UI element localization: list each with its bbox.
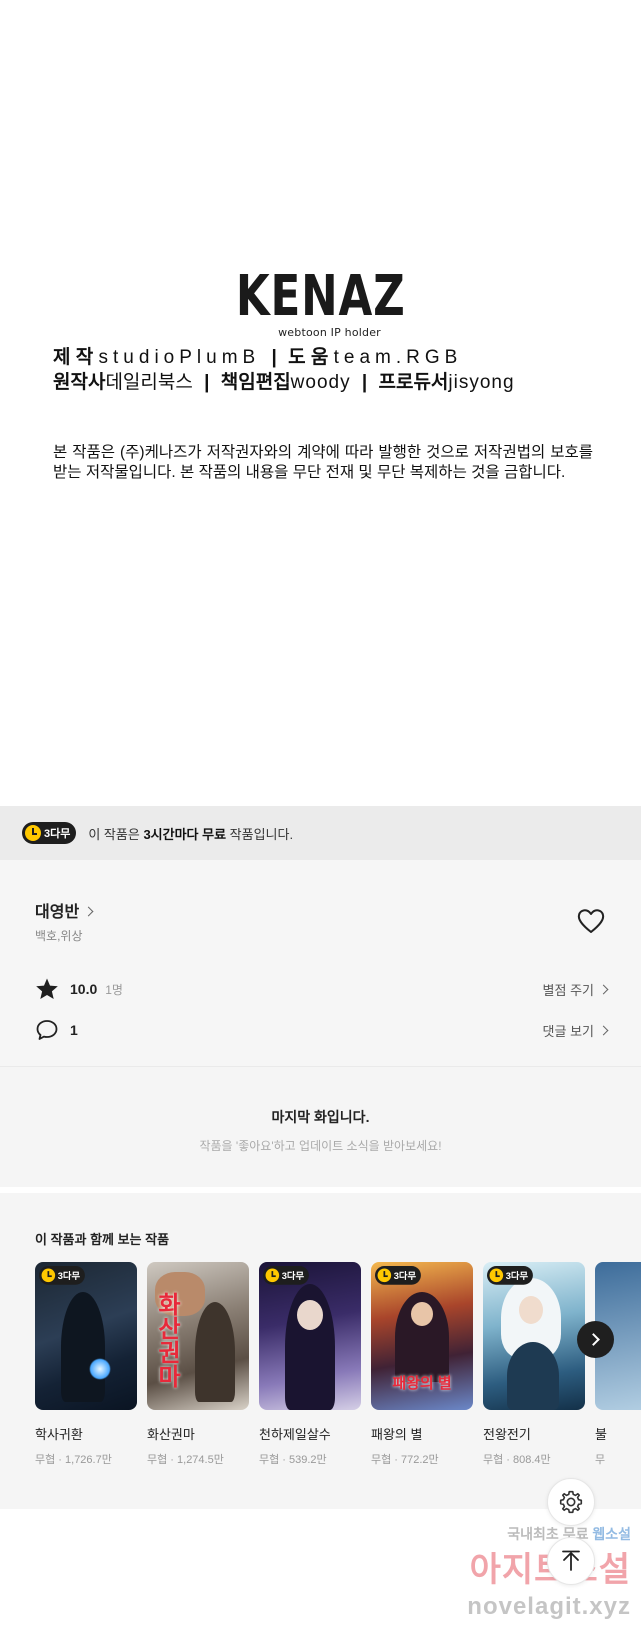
comments-button-label[interactable]: 댓글 보기 xyxy=(543,1021,594,1040)
cover-image[interactable]: 패왕의 별 3다무 xyxy=(371,1262,473,1410)
rate-button-label[interactable]: 별점 주기 xyxy=(543,980,594,999)
banner-text-bold: 3시간마다 무료 xyxy=(143,826,227,842)
staff-role: 도 움 xyxy=(288,347,329,368)
free-badge-label: 3다무 xyxy=(505,1271,529,1282)
clock-icon xyxy=(377,1268,392,1283)
card-title[interactable]: 불 xyxy=(595,1424,641,1443)
banner-text-after: 작품입니다. xyxy=(226,826,294,842)
staff-separator: | xyxy=(204,372,210,393)
logo-text: KENAZ xyxy=(235,264,406,329)
last-episode-subtitle: 작품을 '좋아요'하고 업데이트 소식을 받아보세요! xyxy=(199,1139,442,1153)
chevron-right-icon xyxy=(598,984,609,994)
cover-title-art: 패왕의 별 xyxy=(392,1375,452,1392)
card-meta: 무협 · 1,274.5만 xyxy=(147,1454,224,1466)
free-badge-label: 3다무 xyxy=(57,1271,81,1282)
chevron-right-icon xyxy=(83,906,94,917)
rating-count: 1명 xyxy=(105,982,123,997)
free-badge-label: 3다무 xyxy=(281,1271,305,1282)
staff-role: 프로듀서 xyxy=(378,372,449,393)
recommendation-card[interactable]: 3다무 학사귀환 무협 · 1,726.7만 xyxy=(35,1262,137,1467)
watermark-line-1: 국내최초 무료 웹소설 xyxy=(391,1524,631,1544)
card-title[interactable]: 학사귀환 xyxy=(35,1424,137,1443)
recommendation-card[interactable]: 패왕의 별 3다무 패왕의 별 무협 · 772.2만 xyxy=(371,1262,473,1467)
staff-role: 원작사 xyxy=(53,372,106,393)
last-episode-title: 마지막 화입니다. xyxy=(271,1109,370,1125)
last-episode-notice: 마지막 화입니다. 작품을 '좋아요'하고 업데이트 소식을 받아보세요! xyxy=(0,1066,641,1187)
recommendation-card[interactable]: 3다무 천하제일살수 무협 · 539.2만 xyxy=(259,1262,361,1467)
scroll-top-button[interactable] xyxy=(547,1537,595,1585)
watermark-line-2: 아지트소설 xyxy=(391,1542,631,1591)
watermark-highlight: 웹소설 xyxy=(592,1526,631,1542)
star-icon xyxy=(36,978,58,999)
staff-name: team.RGB xyxy=(333,347,463,368)
staff-role: 제 작 xyxy=(53,347,94,368)
staff-name: woody xyxy=(290,372,351,393)
recommendation-card[interactable]: 불 무 xyxy=(595,1262,641,1467)
publisher-logo: KENAZ webtoon IP holder xyxy=(0,264,641,340)
staff-name: studioPlumB xyxy=(98,347,261,368)
card-meta: 무협 · 772.2만 xyxy=(371,1454,439,1466)
chevron-right-icon xyxy=(598,1025,609,1035)
clock-icon xyxy=(265,1268,280,1283)
banner-text-before: 이 작품은 xyxy=(88,826,144,842)
card-title[interactable]: 화산권마 xyxy=(147,1424,249,1443)
free-badge-label: 3다무 xyxy=(393,1271,417,1282)
recommendation-card[interactable]: 화산권마 화산권마 무협 · 1,274.5만 xyxy=(147,1262,249,1467)
cover-title-art: 화산권마 xyxy=(153,1292,180,1388)
arrow-up-icon xyxy=(562,1550,580,1571)
comment-count: 1 xyxy=(70,1022,78,1038)
cover-image[interactable]: 3다무 xyxy=(259,1262,361,1410)
chevron-right-icon xyxy=(587,1333,600,1346)
recommendations-title: 이 작품과 함께 보는 작품 xyxy=(35,1232,170,1247)
credits-page: KENAZ webtoon IP holder 제 작 studioPlumB … xyxy=(0,0,641,806)
clock-icon xyxy=(25,825,41,841)
free-banner: 3다무 이 작품은 3시간마다 무료 작품입니다. xyxy=(0,806,641,860)
staff-line-1: 제 작 studioPlumB | 도 움 team.RGB xyxy=(53,346,593,370)
author-link[interactable]: 대영반 xyxy=(35,898,94,922)
cover-image[interactable]: 3다무 xyxy=(483,1262,585,1410)
clock-icon xyxy=(41,1268,56,1283)
card-title[interactable]: 천하제일살수 xyxy=(259,1424,361,1443)
card-title[interactable]: 전왕전기 xyxy=(483,1424,585,1443)
cover-image[interactable]: 3다무 xyxy=(35,1262,137,1410)
watermark-line-3: novelagit.xyz xyxy=(467,1593,631,1620)
card-meta: 무협 · 539.2만 xyxy=(259,1454,327,1466)
card-meta: 무협 · 1,726.7만 xyxy=(35,1454,112,1466)
free-banner-text: 이 작품은 3시간마다 무료 작품입니다. xyxy=(88,824,293,843)
staff-name: 데일리북스 xyxy=(105,372,193,393)
staff-separator: | xyxy=(271,347,277,368)
genre-tags: 백호,위상 xyxy=(35,929,83,943)
clock-icon xyxy=(489,1268,504,1283)
carousel-next-button[interactable] xyxy=(577,1321,614,1358)
free-badge-label: 3다무 xyxy=(44,828,71,840)
free-badge: 3다무 xyxy=(22,822,77,844)
comment-icon xyxy=(36,1020,58,1040)
comment-row: 1 댓글 보기 xyxy=(35,1017,609,1043)
card-meta: 무협 · 808.4만 xyxy=(483,1454,551,1466)
rating-row: 10.0 1명 별점 주기 xyxy=(35,976,609,1002)
staff-name: jisyong xyxy=(448,372,515,393)
staff-role: 책임편집 xyxy=(220,372,291,393)
settings-button[interactable] xyxy=(547,1478,595,1526)
recommendation-card[interactable]: 3다무 전왕전기 무협 · 808.4만 xyxy=(483,1262,585,1467)
recommendation-carousel: 3다무 학사귀환 무협 · 1,726.7만 화산권마 화산권마 무협 · 1,… xyxy=(35,1262,641,1467)
card-title[interactable]: 패왕의 별 xyxy=(371,1424,473,1443)
author-name[interactable]: 대영반 xyxy=(35,904,79,921)
copyright-notice: 본 작품은 (주)케나즈가 저작권자와의 계약에 따라 발행한 것으로 저작권법… xyxy=(53,444,593,481)
staff-line-2: 원작사데일리북스 | 책임편집woody | 프로듀서jisyong xyxy=(53,371,593,395)
cover-image[interactable]: 화산권마 xyxy=(147,1262,249,1410)
gear-icon xyxy=(559,1490,583,1514)
rating-value: 10.0 xyxy=(70,981,98,997)
card-meta: 무 xyxy=(595,1454,606,1466)
comments-button[interactable]: 댓글 보기 xyxy=(543,1021,609,1040)
rate-button[interactable]: 별점 주기 xyxy=(543,980,609,999)
heart-icon[interactable] xyxy=(577,908,605,934)
work-info: 대영반 백호,위상 10.0 1명 별점 주기 1 댓글 보기 xyxy=(0,860,641,1066)
staff-separator: | xyxy=(361,372,368,393)
recommendations: 이 작품과 함께 보는 작품 3다무 학사귀환 무협 · 1,726.7만 화산… xyxy=(0,1193,641,1509)
